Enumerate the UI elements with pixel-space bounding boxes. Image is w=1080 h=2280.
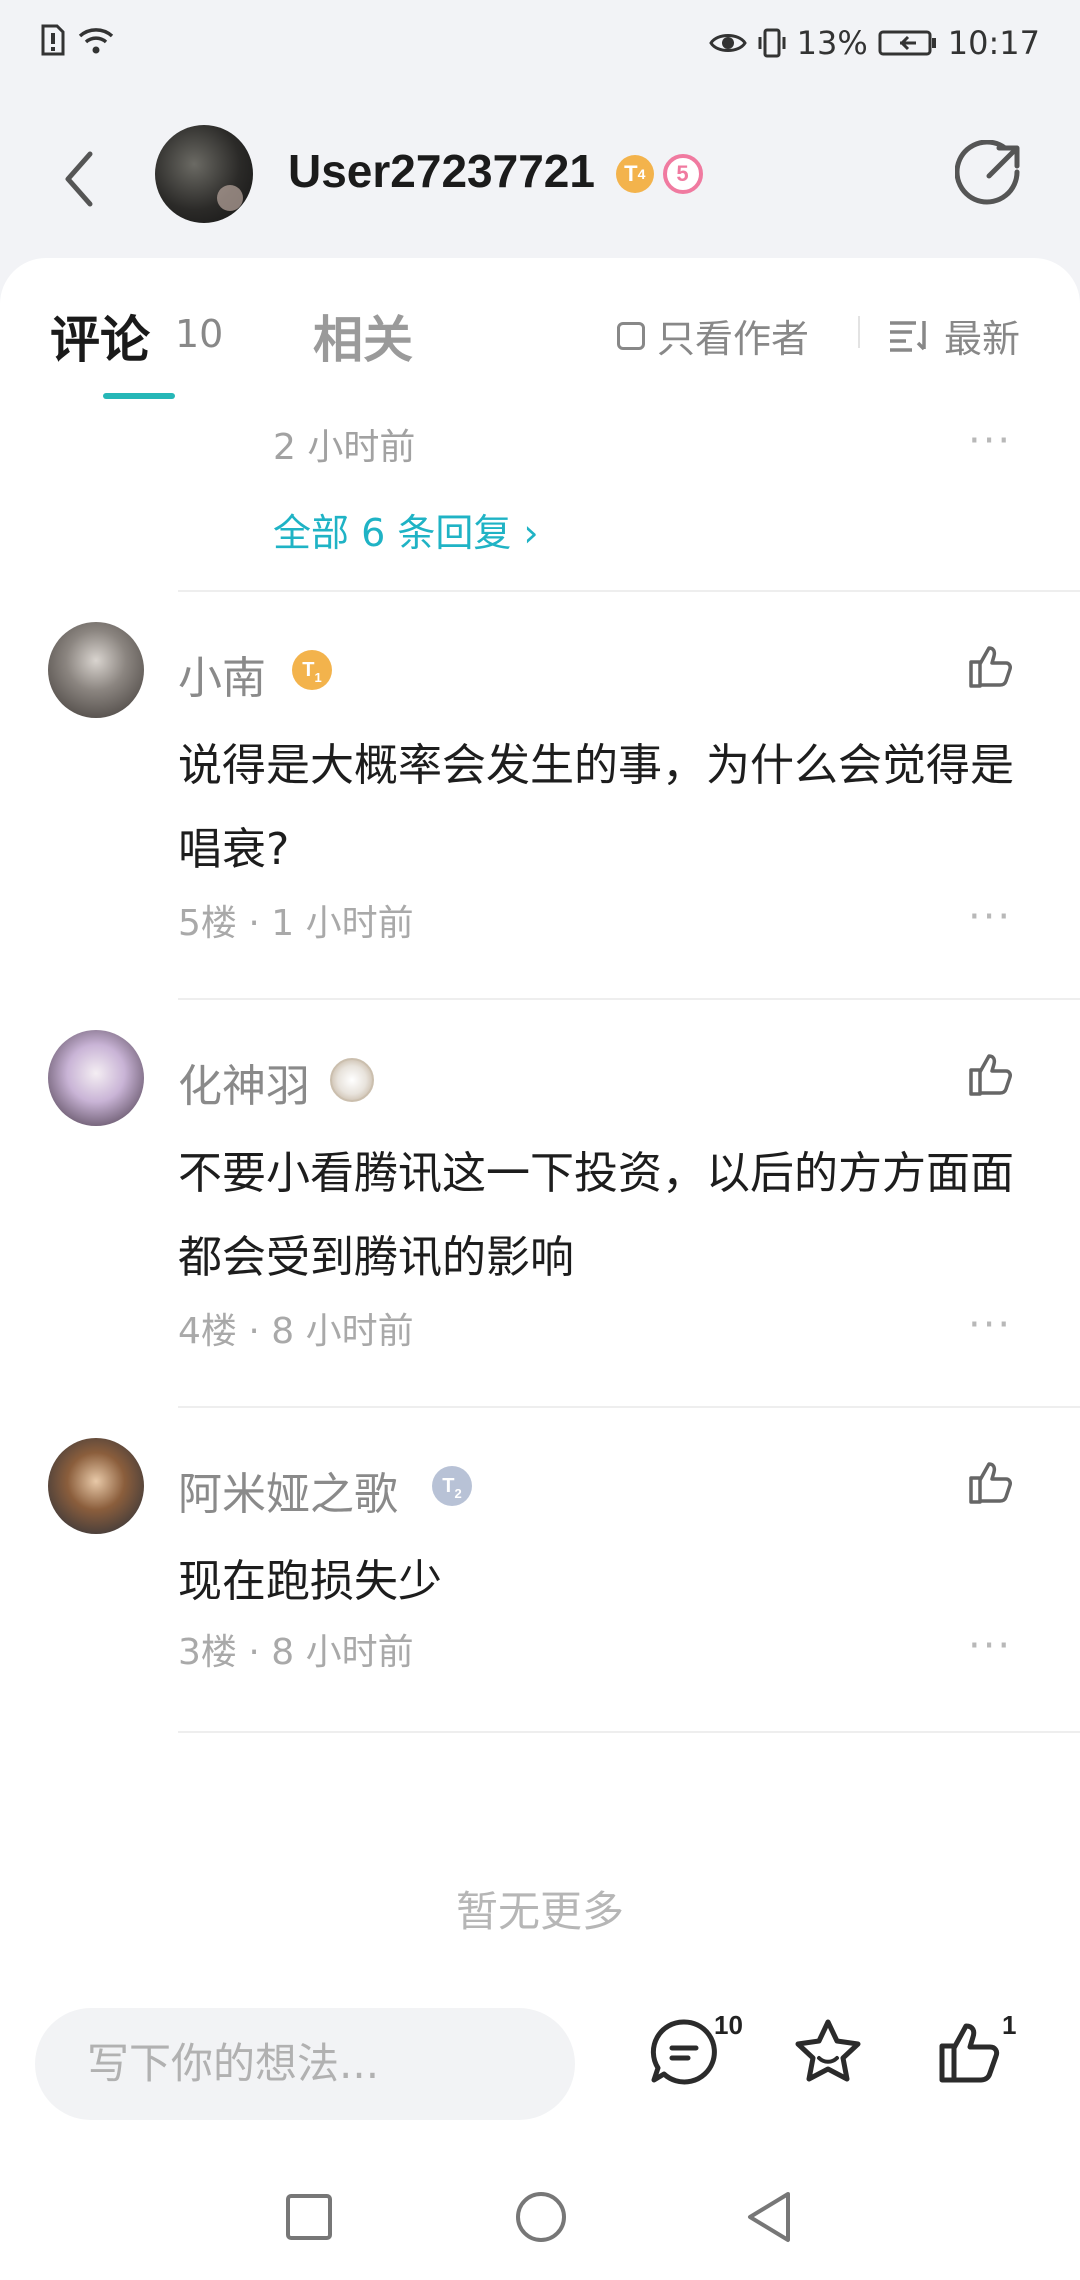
author-username[interactable]: User27237721 T4 5 xyxy=(288,144,703,198)
thumbs-up-icon[interactable] xyxy=(965,640,1017,692)
tab-separator xyxy=(858,316,860,348)
checkbox-icon[interactable] xyxy=(617,321,645,350)
avatar[interactable] xyxy=(48,622,144,718)
level-badge-text: T xyxy=(624,161,638,186)
comment-author[interactable]: 化神羽 xyxy=(178,1050,310,1114)
sim-alert-icon xyxy=(41,24,65,56)
eye-icon xyxy=(708,34,747,52)
status-right: 13% 10:17 xyxy=(708,24,1040,62)
comment-count: 10 xyxy=(714,2010,743,2040)
top-nav: User27237721 T4 5 xyxy=(0,100,1080,260)
comment-author[interactable]: 小南 xyxy=(178,642,266,706)
vibrate-icon xyxy=(758,28,786,58)
count-badge-icon: 5 xyxy=(662,154,703,194)
divider xyxy=(178,1406,1080,1408)
only-author-toggle[interactable]: 只看作者 xyxy=(617,308,809,363)
status-left xyxy=(40,24,116,56)
chat-icon[interactable] xyxy=(648,2016,720,2088)
thumbs-up-icon[interactable] xyxy=(965,1048,1017,1100)
level-badge-icon: T4 xyxy=(615,155,654,193)
badge-text: T xyxy=(442,1474,455,1497)
bottom-action-bar: 写下你的想法... 10 1 xyxy=(0,1978,1080,2152)
avatar[interactable] xyxy=(155,125,253,223)
more-icon[interactable]: ··· xyxy=(968,1623,1012,1669)
wifi-icon xyxy=(78,28,114,54)
divider xyxy=(178,1731,1080,1733)
active-tab-indicator xyxy=(103,393,175,399)
status-bar: 13% 10:17 xyxy=(0,0,1080,90)
comment-text: 不要小看腾讯这一下投资，以后的方方面面都会受到腾讯的影响 xyxy=(178,1148,1014,1283)
only-author-label: 只看作者 xyxy=(657,317,810,361)
no-more-text: 暂无更多 xyxy=(455,1887,624,1936)
divider xyxy=(178,998,1080,1000)
comment-meta: 4楼 · 8 小时前 xyxy=(178,1311,414,1352)
sort-button[interactable]: 最新 xyxy=(888,308,1020,363)
comment-author[interactable]: 阿米娅之歌 xyxy=(178,1458,398,1522)
username-text: User27237721 xyxy=(288,145,595,197)
avatar[interactable] xyxy=(48,1030,144,1126)
divider xyxy=(178,590,1080,592)
comment-input[interactable]: 写下你的想法... xyxy=(35,2008,575,2120)
clock: 10:17 xyxy=(947,24,1040,62)
more-icon[interactable]: ··· xyxy=(968,894,1012,940)
level-badge-icon: T1 xyxy=(292,650,332,690)
prev-comment-time: 2 小时前 xyxy=(273,427,416,468)
comment-text: 现在跑损失少 xyxy=(178,1556,442,1607)
more-icon[interactable]: ··· xyxy=(968,418,1012,464)
more-icon[interactable]: ··· xyxy=(968,1302,1012,1348)
thumbs-up-icon[interactable] xyxy=(965,1456,1017,1508)
tab-related[interactable]: 相关 xyxy=(313,300,413,372)
share-icon[interactable] xyxy=(955,140,1025,210)
character-badge-icon xyxy=(330,1058,374,1102)
circle-nav-icon[interactable] xyxy=(514,2190,568,2244)
tab-comments[interactable]: 评论 xyxy=(50,300,150,372)
star-icon[interactable] xyxy=(792,2016,864,2088)
badge-sub: 2 xyxy=(454,1485,462,1501)
comment-meta: 3楼 · 8 小时前 xyxy=(178,1632,414,1673)
comment-text: 说得是大概率会发生的事，为什么会觉得是唱衰? xyxy=(178,740,1014,875)
system-nav-bar xyxy=(0,2152,1080,2280)
level-badge-icon: T2 xyxy=(432,1466,472,1506)
badge-text: T xyxy=(302,658,315,681)
comments-card: 评论 10 相关 只看作者 最新 2 小时前 ··· 全部 6 条回复 › 小南… xyxy=(0,258,1080,1978)
sort-icon xyxy=(890,320,926,352)
battery-percent: 13% xyxy=(796,24,868,62)
level-badge-sub: 4 xyxy=(637,166,646,182)
tab-comments-count: 10 xyxy=(175,312,224,356)
count-badge-text: 5 xyxy=(676,161,689,186)
back-icon[interactable] xyxy=(50,144,110,214)
tab-bar: 评论 10 相关 只看作者 最新 xyxy=(0,258,1080,408)
avatar[interactable] xyxy=(48,1438,144,1534)
triangle-nav-icon[interactable] xyxy=(744,2190,794,2244)
thumbs-up-icon[interactable] xyxy=(936,2016,1008,2088)
badge-sub: 1 xyxy=(314,669,322,685)
sort-label: 最新 xyxy=(944,317,1021,361)
all-replies-link[interactable]: 全部 6 条回复 › xyxy=(273,502,539,557)
comment-meta: 5楼 · 1 小时前 xyxy=(178,903,414,944)
battery-icon xyxy=(878,30,936,56)
square-nav-icon[interactable] xyxy=(284,2192,334,2242)
like-count: 1 xyxy=(1002,2010,1017,2040)
